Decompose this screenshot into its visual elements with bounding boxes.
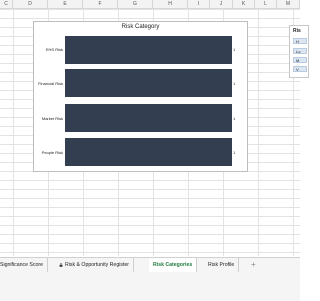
bar-market-risk[interactable] (65, 104, 232, 132)
chart-title: Risk Category (121, 24, 160, 30)
column-header-j[interactable]: J (210, 0, 233, 8)
category-label-ehs: EHS Risk (45, 47, 63, 52)
column-header-m[interactable]: M (277, 0, 300, 8)
value-label-ehs: 1 (233, 47, 236, 52)
column-header-i[interactable]: I (188, 0, 210, 8)
slicer-item-m[interactable]: M (293, 57, 307, 63)
column-header-e[interactable]: E (48, 0, 83, 8)
column-header-l[interactable]: L (255, 0, 277, 8)
column-header-g[interactable]: G (118, 0, 153, 8)
column-header-k[interactable]: K (233, 0, 255, 8)
risk-category-chart[interactable]: Risk Category EHS Risk 1 Financial Risk … (33, 21, 248, 172)
lock-icon (59, 262, 63, 267)
bar-people-risk[interactable] (65, 138, 232, 166)
add-sheet-button[interactable]: + (251, 258, 256, 272)
category-label-market: Market Risk (41, 116, 63, 121)
risk-slicer[interactable]: Ris H Lo M V (289, 25, 309, 78)
value-label-financial: 1 (233, 81, 236, 86)
bar-financial-risk[interactable] (65, 69, 232, 97)
tab-label: Risk & Opportunity Register (65, 262, 130, 268)
tab-significance-score[interactable]: Significance Score (0, 258, 48, 272)
tab-risk-opportunity-register[interactable]: Risk & Opportunity Register (55, 258, 135, 272)
slicer-item-lo[interactable]: Lo (293, 48, 307, 54)
category-label-people: People Risk (41, 150, 63, 155)
bar-ehs-risk[interactable] (65, 36, 232, 64)
value-label-people: 1 (233, 150, 236, 155)
column-header-bar: C D E F G H I J K L M (0, 0, 300, 9)
tab-risk-categories[interactable]: Risk Categories (149, 258, 198, 272)
slicer-title: Ris (293, 28, 301, 34)
slicer-item-v[interactable]: V (293, 66, 307, 72)
column-header-f[interactable]: F (83, 0, 118, 8)
tab-risk-profile[interactable]: Risk Profile (204, 258, 240, 272)
column-header-d[interactable]: D (13, 0, 48, 8)
value-label-market: 1 (233, 116, 236, 121)
category-label-financial: Financial Risk (38, 81, 63, 86)
sheet-tab-bar: Significance Score Risk & Opportunity Re… (0, 257, 300, 301)
slicer-item-h[interactable]: H (293, 38, 307, 44)
column-header-h[interactable]: H (153, 0, 188, 8)
column-header-c[interactable]: C (0, 0, 13, 8)
